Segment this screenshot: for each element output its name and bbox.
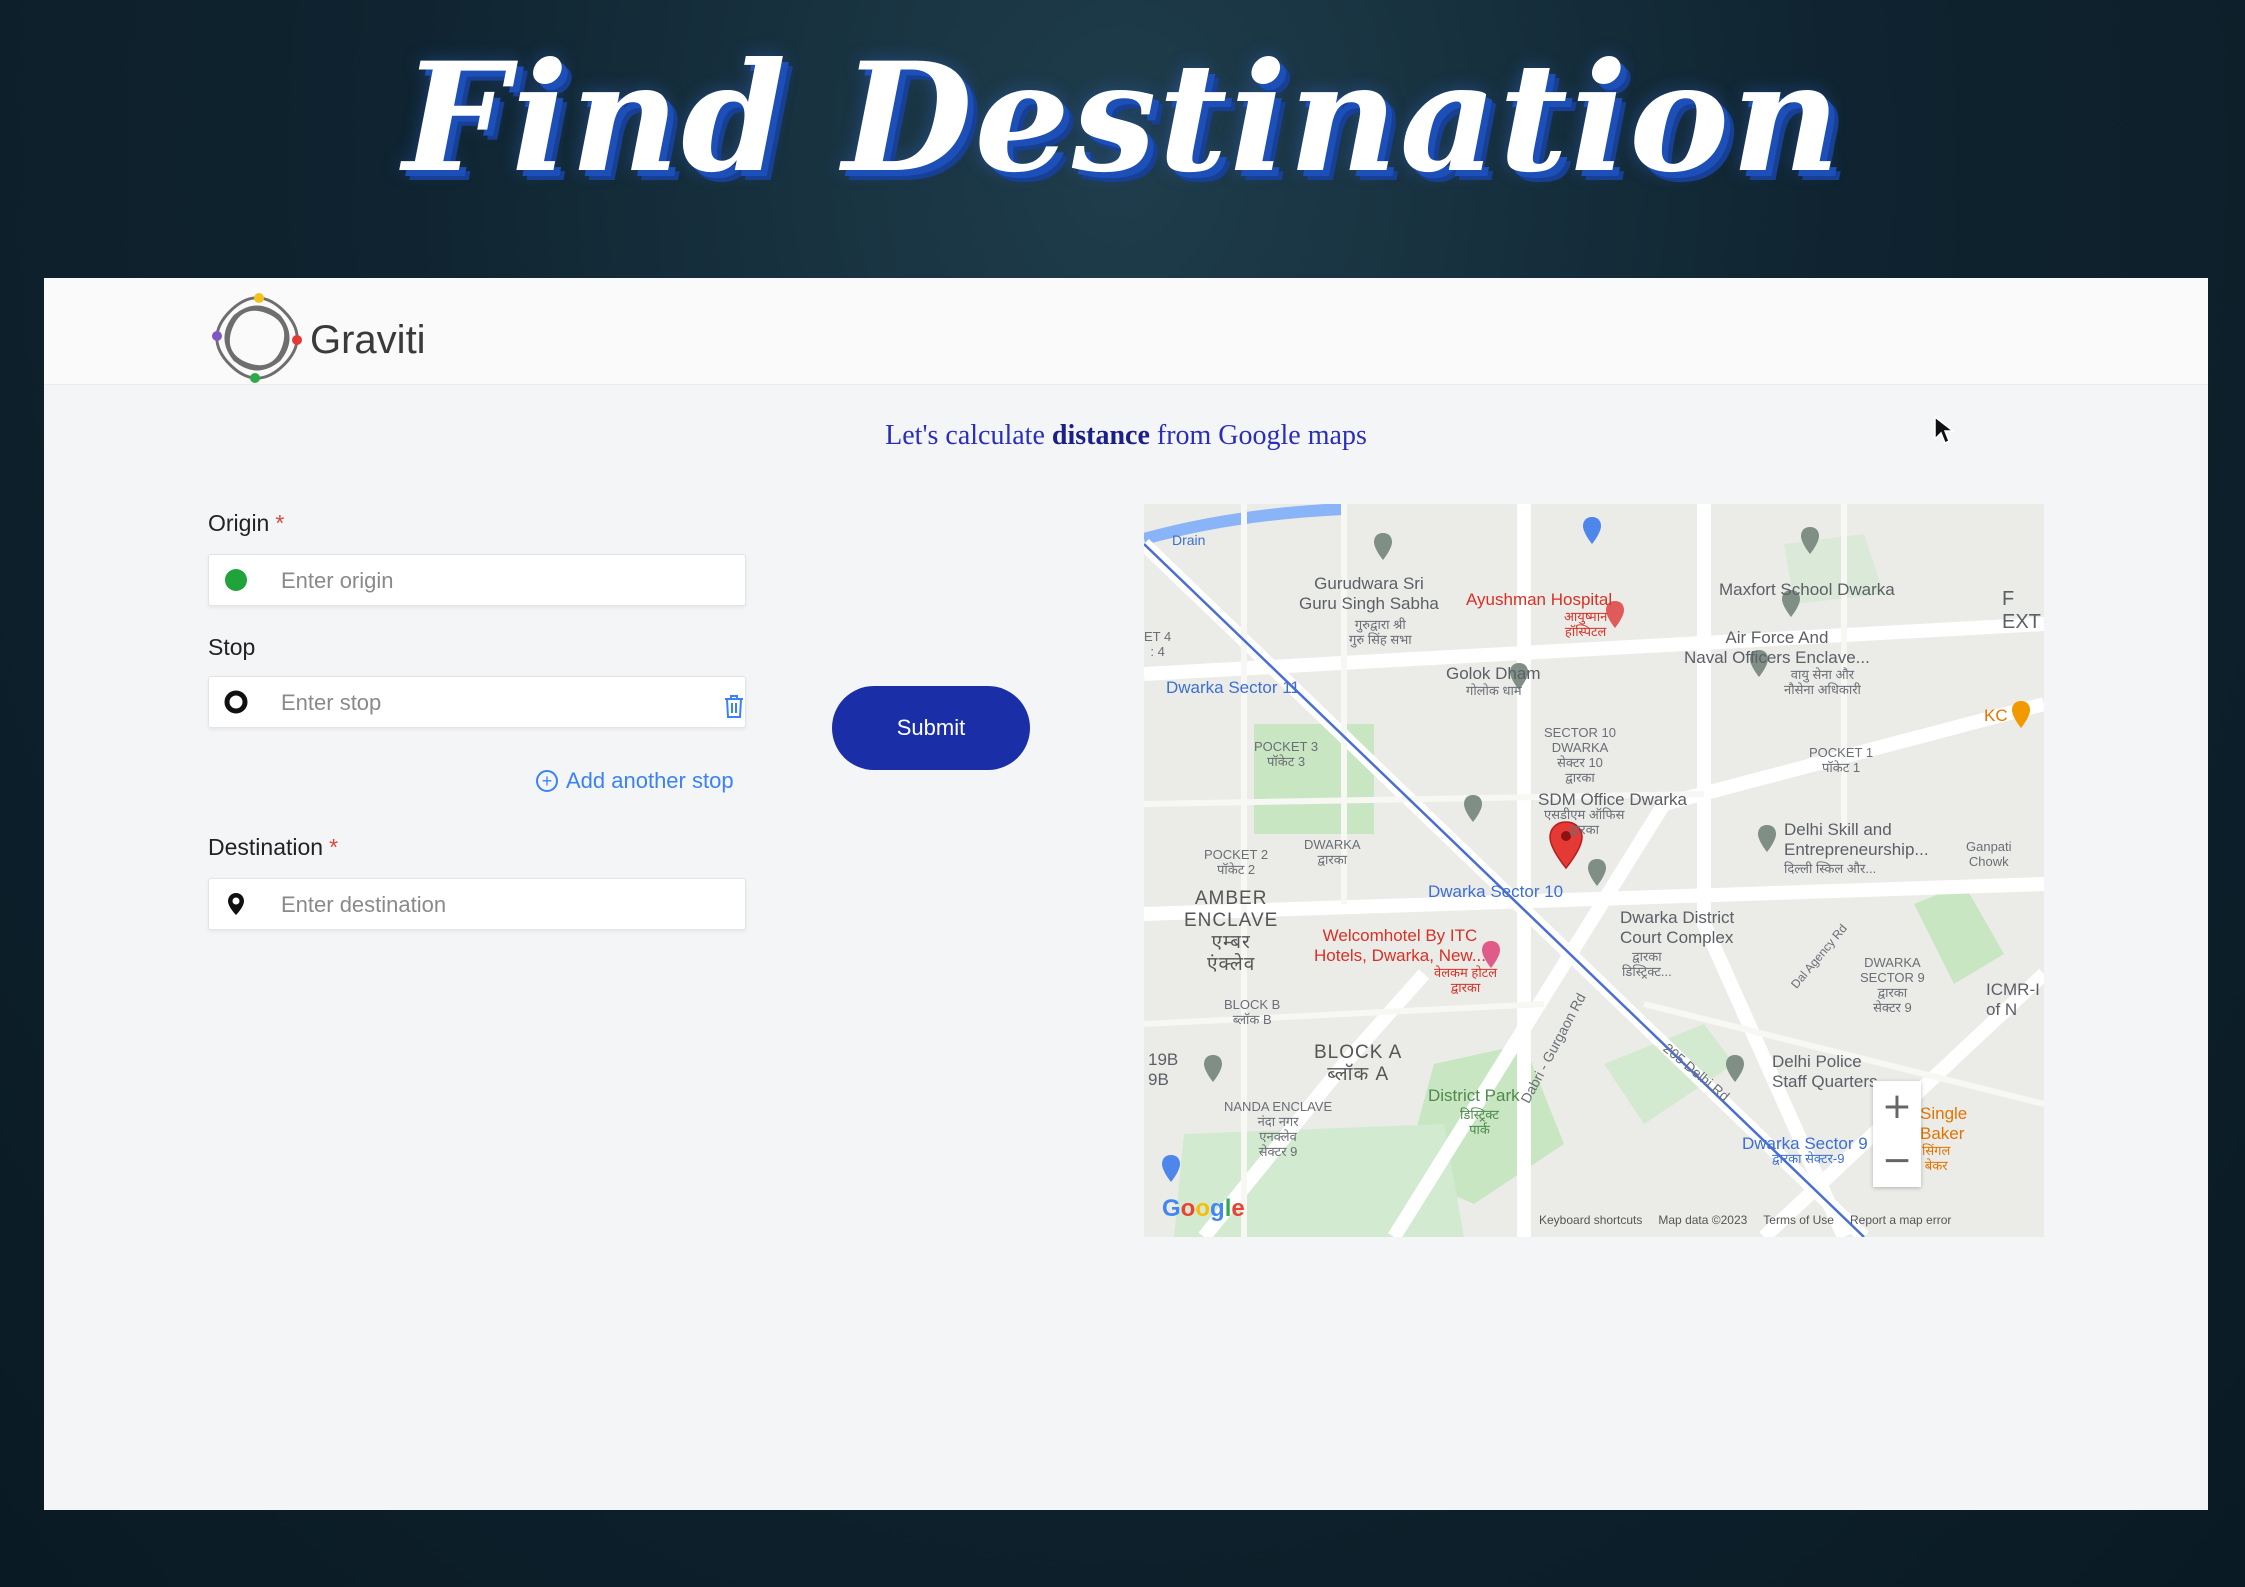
institute-pin-icon <box>1758 825 1776 852</box>
map-label: Delhi Skill and Entrepreneurship... <box>1784 820 1929 859</box>
map-label: Dwarka Sector 11 <box>1166 678 1300 697</box>
submit-button[interactable]: Submit <box>832 686 1030 770</box>
subtitle-text-bold: distance <box>1051 420 1150 451</box>
trash-icon[interactable] <box>722 692 746 720</box>
google-logo: Google <box>1162 1195 1245 1223</box>
origin-label-text: Origin <box>208 510 270 536</box>
origin-required-mark: * <box>275 510 285 536</box>
subtitle-text-after: from Google maps <box>1149 420 1367 451</box>
map-label: Air Force And Naval Officers Enclave... <box>1684 628 1870 667</box>
map-zoom-control: + − <box>1873 1081 1921 1187</box>
stop-label: Stop <box>208 634 256 660</box>
map-label: POCKET 2 पॉकेट 2 <box>1204 847 1269 877</box>
court-pin-icon <box>1588 859 1606 886</box>
map-label: वेलकम होटल द्वारका <box>1434 965 1498 995</box>
app-window: Graviti Let's calculate distance from Go… <box>44 278 2208 1510</box>
map-label: वायु सेना और नौसेना अधिकारी <box>1784 667 1861 697</box>
place-pin-icon <box>1162 1155 1180 1182</box>
map-footer: Keyboard shortcuts Map data ©2023 Terms … <box>1539 1213 1951 1227</box>
graviti-logo-icon <box>212 293 302 383</box>
keyboard-shortcuts-link[interactable]: Keyboard shortcuts <box>1539 1213 1642 1227</box>
brand-name: Graviti <box>310 318 426 362</box>
map-label: DWARKA SECTOR 9 द्वारका सेक्टर 9 <box>1860 955 1925 1015</box>
map-label: POCKET 1 पॉकेट 1 <box>1809 745 1874 775</box>
zoom-out-button[interactable]: − <box>1873 1135 1921 1187</box>
map-label: एसडीएम ऑफिस द्वारका <box>1544 807 1625 837</box>
banner-title: Find Destination <box>402 30 1843 206</box>
zoom-in-button[interactable]: + <box>1873 1081 1921 1133</box>
map-label: ICMR-I of N <box>1986 980 2040 1019</box>
map-label: Ayushman Hospital <box>1466 590 1613 609</box>
map-label: SECTOR 10 DWARKA सेक्टर 10 द्वारका <box>1544 725 1617 785</box>
terms-of-use-link[interactable]: Terms of Use <box>1763 1213 1834 1227</box>
origin-input[interactable] <box>279 555 883 607</box>
destination-label: Destination * <box>208 834 338 861</box>
stop-input[interactable] <box>279 677 883 729</box>
map-data-text: Map data ©2023 <box>1658 1213 1748 1227</box>
subtitle-text-before: Let's calculate <box>885 420 1052 451</box>
map-label: दिल्ली स्किल और... <box>1784 861 1877 876</box>
police-pin-icon <box>1726 1055 1744 1082</box>
green-dot-icon <box>225 569 247 591</box>
google-letter: o <box>1180 1195 1196 1222</box>
google-letter: g <box>1210 1195 1225 1222</box>
place-pin-icon <box>1204 1055 1222 1082</box>
map-label: डिस्ट्रिक्ट पार्क <box>1460 1107 1499 1137</box>
destination-field[interactable] <box>208 878 883 931</box>
map-label: DWARKA द्वारका <box>1304 837 1361 867</box>
map-label: AMBER ENCLAVE एम्बर एंक्लेव <box>1184 888 1279 975</box>
map-label: Golok Dham <box>1446 664 1541 683</box>
map-label: Ganpati Chowk <box>1966 839 2012 869</box>
hollow-circle-icon <box>224 690 248 714</box>
stop-field[interactable] <box>208 676 883 729</box>
plus-circle-icon: + <box>536 770 558 792</box>
map-label: सिंगल बेकर <box>1922 1143 1951 1173</box>
place-pin-icon <box>1583 517 1601 544</box>
map-label: KC <box>1984 706 2008 725</box>
origin-field[interactable] <box>208 554 883 607</box>
map-label: द्वारका डिस्ट्रिक्ट... <box>1622 949 1672 979</box>
page-subtitle: Let's calculate distance from Google map… <box>44 420 2208 452</box>
map-label: ET 4 : 4 <box>1144 629 1172 659</box>
google-letter: G <box>1162 1195 1181 1222</box>
map-label: Drain <box>1172 532 1206 548</box>
destination-required-mark: * <box>329 834 339 860</box>
map-label: Welcomhotel By ITC Hotels, Dwarka, New..… <box>1314 926 1486 965</box>
map-label: द्वारका सेक्टर-9 <box>1772 1151 1845 1166</box>
map-label: आयुष्मान हॉस्पिटल <box>1564 609 1608 639</box>
map-label: Dwarka Sector 10 <box>1428 882 1564 901</box>
add-another-stop-link[interactable]: + Add another stop <box>536 768 734 794</box>
add-another-stop-label: Add another stop <box>566 768 734 793</box>
map-label: BLOCK B ब्लॉक B <box>1224 997 1281 1027</box>
map-label: Gurudwara Sri Guru Singh Sabha <box>1299 574 1439 613</box>
map-label: 19B 9B <box>1148 1050 1179 1089</box>
google-letter: e <box>1231 1195 1245 1222</box>
destination-input[interactable] <box>279 879 883 931</box>
google-letter: o <box>1195 1195 1211 1222</box>
map-label: District Park <box>1428 1086 1520 1105</box>
map-label: Delhi Police Staff Quarters <box>1772 1052 1878 1091</box>
map-label: Dwarka District Court Complex <box>1620 908 1735 947</box>
app-header: Graviti <box>44 278 2208 385</box>
place-pin-icon <box>1374 533 1392 560</box>
report-map-error-link[interactable]: Report a map error <box>1850 1213 1951 1227</box>
map-label: NANDA ENCLAVE नंदा नगर एनक्लेव सेक्टर 9 <box>1224 1099 1333 1159</box>
place-pin-icon <box>1801 527 1819 554</box>
map-label: Maxfort School Dwarka <box>1719 580 1895 599</box>
map-label: Single Baker <box>1920 1104 1968 1143</box>
origin-label: Origin * <box>208 510 284 537</box>
location-pin-icon <box>228 893 244 915</box>
map-label: BLOCK A ब्लॉक A <box>1314 1042 1403 1085</box>
map-label: F EXT <box>2002 588 2041 633</box>
destination-label-text: Destination <box>208 834 324 860</box>
office-pin-icon <box>1464 795 1482 822</box>
map-label: गोलोक धाम <box>1466 683 1522 698</box>
map-label: गुरुद्वारा श्री गुरु सिंह सभा <box>1349 617 1412 647</box>
map-label: POCKET 3 पॉकेट 3 <box>1254 739 1319 769</box>
food-pin-icon <box>2012 701 2030 728</box>
